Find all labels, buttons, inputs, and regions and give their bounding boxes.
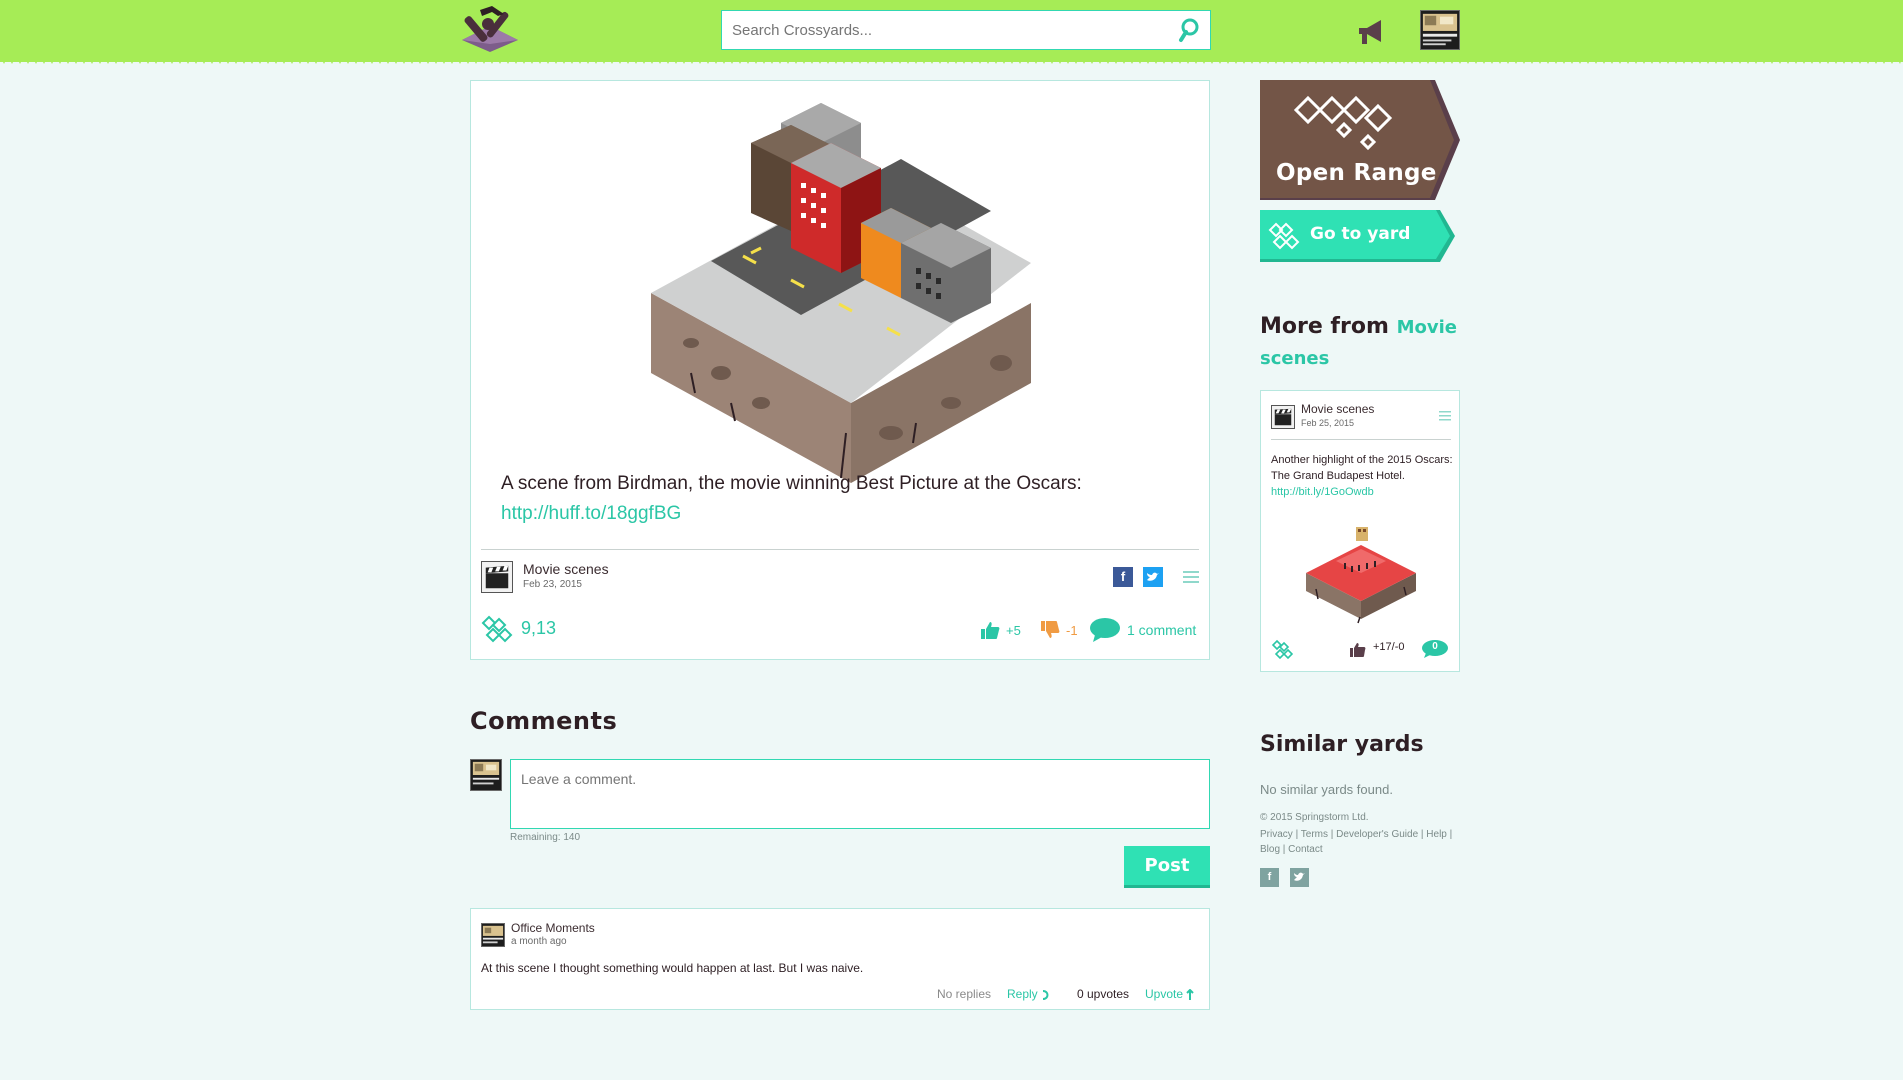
clapperboard-icon[interactable] <box>481 561 513 593</box>
footer-link-contact[interactable]: Contact <box>1288 844 1322 855</box>
related-post-card: Movie scenes Feb 25, 2015 Another highli… <box>1260 390 1460 672</box>
related-divider <box>1271 439 1451 440</box>
footer-twitter-icon[interactable] <box>1290 868 1309 887</box>
crossyards-logo-icon[interactable] <box>458 4 522 54</box>
megaphone-icon[interactable] <box>1355 18 1387 48</box>
thumbs-down-icon[interactable] <box>1039 619 1061 641</box>
footer-copyright: © 2015 Springstorm Ltd. <box>1260 812 1369 823</box>
comment-count-link[interactable]: 1 comment <box>1127 622 1196 638</box>
footer-facebook-button[interactable]: f <box>1260 868 1279 887</box>
replies-count: No replies <box>937 987 992 1001</box>
commenter-avatar[interactable] <box>481 923 505 947</box>
post-description: A scene from Birdman, the movie winning … <box>501 469 1181 529</box>
plays-count: 9,13 <box>521 618 557 638</box>
reply-arrow-icon <box>1042 989 1049 1000</box>
open-range-label[interactable]: Open Range <box>1276 160 1437 186</box>
upvote-label: Upvote <box>1145 987 1184 1001</box>
commenter-name[interactable]: Office Moments <box>511 921 595 935</box>
isometric-city-scene-image[interactable] <box>631 103 1051 483</box>
thumbs-up-icon[interactable] <box>979 619 1001 641</box>
similar-yards-heading: Similar yards <box>1260 732 1424 757</box>
search-bar <box>721 10 1211 50</box>
speech-bubble-icon[interactable] <box>1089 617 1121 643</box>
comment-input[interactable] <box>511 760 1209 828</box>
arrow-up-icon <box>1186 988 1195 1000</box>
clapperboard-icon[interactable] <box>1271 405 1295 429</box>
search-icon[interactable] <box>1177 17 1201 43</box>
related-post-date: Feb 25, 2015 <box>1301 418 1355 428</box>
post-link[interactable]: http://huff.to/18ggfBG <box>501 499 1181 529</box>
comment-item: Office Moments a month ago At this scene… <box>470 908 1210 1010</box>
user-avatar[interactable] <box>1420 10 1460 50</box>
footer-link-developers-guide[interactable]: Developer's Guide <box>1336 829 1418 840</box>
more-from-label: More from <box>1260 314 1389 339</box>
post-text: A scene from Birdman, the movie winning … <box>501 473 1082 494</box>
go-to-yard-label[interactable]: Go to yard <box>1310 224 1410 244</box>
post-card: A scene from Birdman, the movie winning … <box>470 80 1210 660</box>
post-divider <box>481 549 1199 550</box>
comment-box <box>510 759 1210 829</box>
my-avatar <box>470 759 502 791</box>
post-menu-icon[interactable] <box>1183 570 1199 584</box>
related-comment-count[interactable]: 0 <box>1421 641 1449 652</box>
footer-link-privacy[interactable]: Privacy <box>1260 829 1293 840</box>
reply-button[interactable]: Reply <box>1007 987 1051 1001</box>
header-zigzag-edge <box>0 56 1903 64</box>
plays-crossyard-icon <box>481 615 513 643</box>
remaining-characters: Remaining: 140 <box>510 832 581 843</box>
upvote-button[interactable]: Upvote <box>1145 987 1195 1001</box>
related-author-name[interactable]: Movie scenes <box>1301 402 1374 416</box>
related-post-text: Another highlight of the 2015 Oscars: Th… <box>1271 452 1455 500</box>
comment-time: a month ago <box>511 936 567 947</box>
plays-crossyard-icon <box>1271 639 1293 660</box>
downvote-count: -1 <box>1066 623 1078 638</box>
facebook-share-button[interactable]: f <box>1113 567 1133 587</box>
search-input[interactable] <box>732 19 1152 41</box>
footer-link-terms[interactable]: Terms <box>1301 829 1328 840</box>
comments-heading: Comments <box>470 707 618 735</box>
votes-thumbs-icon <box>1350 643 1366 657</box>
no-similar-message: No similar yards found. <box>1260 782 1393 797</box>
related-votes: +17/-0 <box>1373 641 1405 653</box>
grand-budapest-scene-image[interactable] <box>1296 523 1426 625</box>
related-menu-icon[interactable] <box>1439 411 1451 421</box>
post-comment-button[interactable]: Post <box>1124 846 1210 888</box>
upvote-count: +5 <box>1006 623 1021 638</box>
twitter-share-icon[interactable] <box>1143 567 1163 587</box>
footer-links: Privacy | Terms | Developer's Guide | He… <box>1260 829 1453 855</box>
reply-label: Reply <box>1007 987 1038 1001</box>
more-from-heading: More from Movie scenes <box>1260 312 1460 374</box>
comment-text: At this scene I thought something would … <box>481 961 864 975</box>
related-text: Another highlight of the 2015 Oscars: Th… <box>1271 454 1453 482</box>
author-name[interactable]: Movie scenes <box>523 561 609 577</box>
comment-upvote-count: 0 upvotes <box>1077 987 1130 1001</box>
post-date: Feb 23, 2015 <box>523 579 582 590</box>
footer-link-blog[interactable]: Blog <box>1260 844 1280 855</box>
footer-link-help[interactable]: Help <box>1426 829 1447 840</box>
related-link[interactable]: http://bit.ly/1GoOwdb <box>1271 486 1374 498</box>
